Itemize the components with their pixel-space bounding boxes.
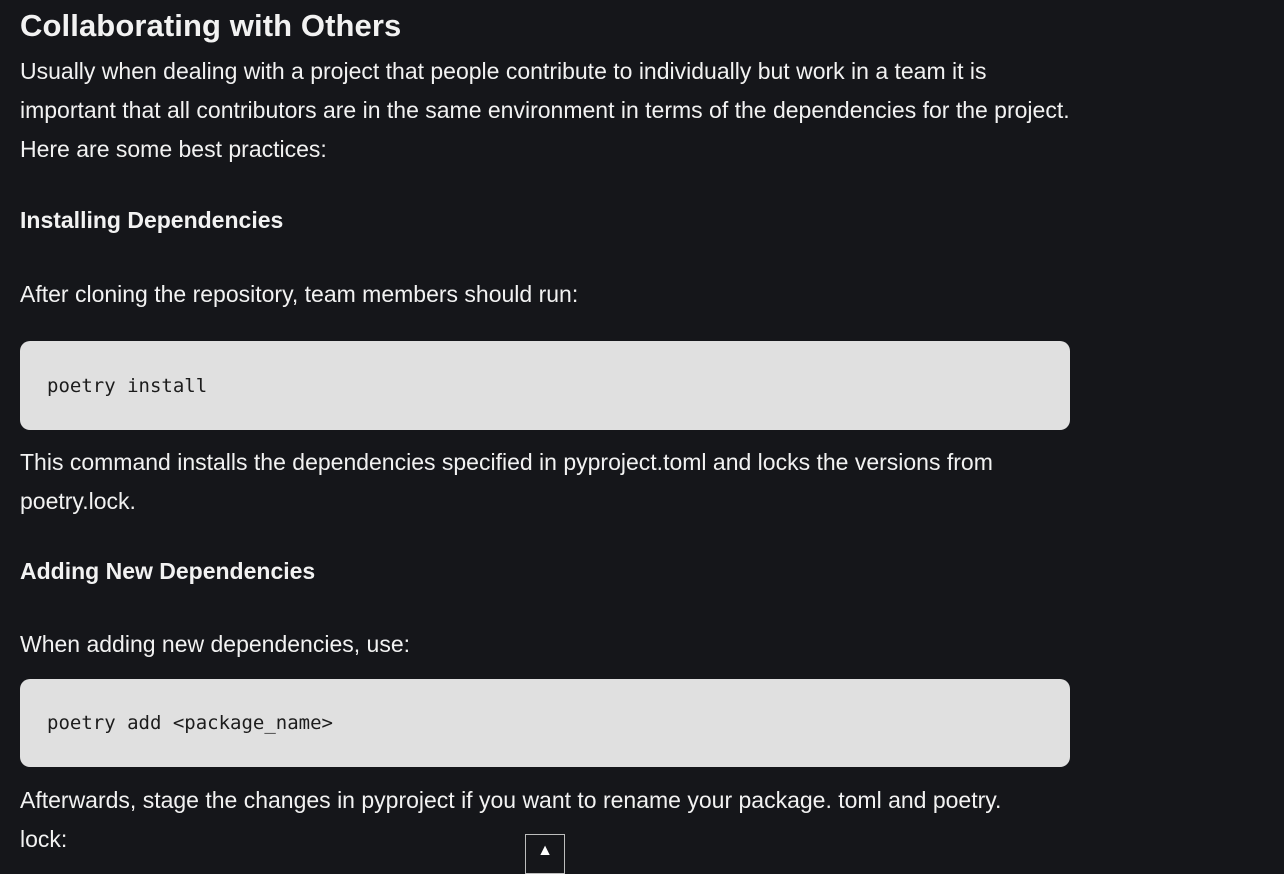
scroll-to-top-button[interactable]: ▲: [525, 834, 565, 874]
section-heading-installing-dependencies: Installing Dependencies: [20, 207, 284, 233]
section-heading-adding-new-dependencies: Adding New Dependencies: [20, 558, 316, 584]
intro-paragraph: Usually when dealing with a project that…: [20, 58, 1070, 162]
code-block-poetry-add: poetry add <package_name>: [20, 679, 1070, 767]
code-text: poetry add <package_name>: [47, 712, 333, 734]
adding-after-paragraph: Afterwards, stage the changes in pyproje…: [20, 787, 1002, 852]
adding-lead-paragraph: When adding new dependencies, use:: [20, 631, 411, 657]
code-text: poetry install: [47, 374, 208, 397]
installing-after-paragraph: This command installs the dependencies s…: [20, 449, 993, 514]
arrow-up-icon: ▲: [537, 842, 553, 859]
page-title: Collaborating with Others: [20, 8, 402, 43]
code-block-poetry-install: poetry install: [20, 341, 1070, 430]
installing-lead-paragraph: After cloning the repository, team membe…: [20, 281, 579, 307]
